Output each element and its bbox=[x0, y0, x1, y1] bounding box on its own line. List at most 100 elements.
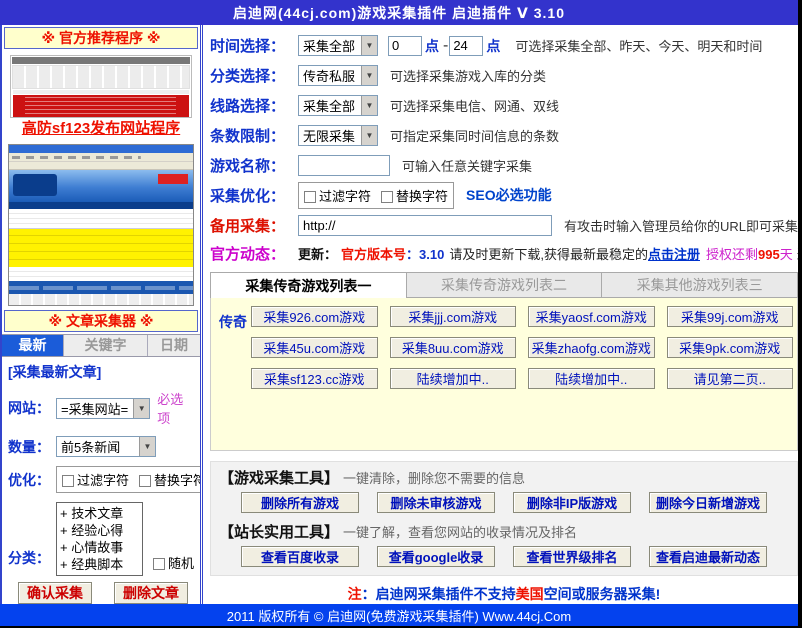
site-label: 网站： bbox=[8, 398, 56, 418]
content-area: ※ 官方推荐程序 ※ 高防sf123发布网站程序 bbox=[0, 25, 798, 604]
note-part2: 空间或服务器采集! bbox=[544, 586, 661, 602]
game-collect-button[interactable]: 采集99j.com游戏 bbox=[667, 306, 794, 327]
site-select[interactable]: =采集网站= ▼ bbox=[56, 398, 150, 419]
tab-game-list-3[interactable]: 采集其他游戏列表三 bbox=[602, 272, 798, 298]
game-collect-button[interactable]: 请见第二页.. bbox=[667, 368, 794, 389]
check-google-button[interactable]: 查看google收录 bbox=[377, 546, 495, 567]
promo-link-sf123[interactable]: 高防sf123发布网站程序 bbox=[2, 119, 200, 139]
category-item[interactable]: + 经验心得 bbox=[60, 522, 139, 539]
count-row: 数量： 前5条新闻 ▼ bbox=[8, 436, 194, 457]
game-collect-button[interactable]: 陆续增加中.. bbox=[528, 368, 655, 389]
thumb1-caption bbox=[13, 90, 189, 94]
random-checkbox[interactable] bbox=[153, 558, 165, 570]
game-name-input[interactable] bbox=[298, 155, 390, 176]
filter-checkbox-main[interactable] bbox=[304, 191, 316, 203]
tab-latest[interactable]: 最新 bbox=[2, 335, 64, 356]
site-tools-title: 【站长实用工具】 bbox=[219, 521, 339, 542]
game-collect-button[interactable]: 采集926.com游戏 bbox=[251, 306, 378, 327]
news-clipped-text: 过期 bbox=[797, 244, 798, 263]
time-select-row: 时间选择： 采集全部 ▼ 点 - 点 可选择采集全部、昨天、今天、明天和时间 bbox=[210, 31, 798, 61]
line-select-desc: 可选择采集电信、网通、双线 bbox=[390, 96, 559, 115]
news-version-value: 3.10 bbox=[419, 247, 444, 262]
replace-checkbox-main[interactable] bbox=[381, 191, 393, 203]
article-header-banner: ※ 文章采集器 ※ bbox=[4, 310, 198, 332]
official-news-row: 官方动态： 更新： 官方版本号 ：3.10 请及时更新下载,获得最新最稳定的 点… bbox=[210, 240, 798, 267]
replace-checkbox[interactable] bbox=[139, 475, 151, 487]
thumb2-site-badge bbox=[158, 174, 188, 184]
category-item[interactable]: + 心情故事 bbox=[60, 539, 139, 556]
thumb2-site-nav bbox=[9, 202, 193, 209]
thumb1-topbar bbox=[12, 57, 190, 64]
game-collect-button[interactable]: 采集9pk.com游戏 bbox=[667, 337, 794, 358]
warning-note: 注：启迪网采集插件不支持美国空间或服务器采集! bbox=[210, 584, 798, 604]
promo-thumbnail-collector[interactable] bbox=[8, 144, 194, 306]
hour-to-unit: 点 bbox=[486, 36, 500, 56]
game-category-select[interactable]: 传奇私服 ▼ bbox=[298, 65, 378, 86]
delete-non-ip-games-button[interactable]: 删除非IP版游戏 bbox=[513, 492, 631, 513]
register-link[interactable]: 点击注册 bbox=[648, 244, 700, 263]
promo-header-text: ※ 官方推荐程序 ※ bbox=[42, 28, 161, 48]
main-panel: 时间选择： 采集全部 ▼ 点 - 点 可选择采集全部、昨天、今天、明天和时间 分… bbox=[203, 25, 798, 604]
game-collect-button[interactable]: 采集jjj.com游戏 bbox=[390, 306, 517, 327]
filter-checkbox[interactable] bbox=[62, 475, 74, 487]
category-select-label: 分类选择： bbox=[210, 65, 298, 86]
tab-date[interactable]: 日期 bbox=[148, 335, 200, 356]
limit-select[interactable]: 无限采集 ▼ bbox=[298, 125, 378, 146]
random-label: 随机 bbox=[168, 556, 194, 571]
auth-day-unit: 天 bbox=[780, 247, 793, 262]
site-required-note: 必选项 bbox=[157, 389, 194, 427]
chevron-down-icon: ▼ bbox=[361, 96, 377, 115]
thumb2-highlight-rows bbox=[9, 229, 193, 267]
line-select[interactable]: 采集全部 ▼ bbox=[298, 95, 378, 116]
category-row: 分类： + 技术文章 + 经验心得 + 心情故事 + 经典脚本 随机 bbox=[8, 502, 194, 576]
category-select-row: 分类选择： 传奇私服 ▼ 可选择采集游戏入库的分类 bbox=[210, 61, 798, 91]
tab-keyword[interactable]: 关键字 bbox=[64, 335, 148, 356]
line-select-row: 线路选择： 采集全部 ▼ 可选择采集电信、网通、双线 bbox=[210, 91, 798, 121]
category-select-desc: 可选择采集游戏入库的分类 bbox=[390, 66, 546, 85]
game-collect-button[interactable]: 采集zhaofg.com游戏 bbox=[528, 337, 655, 358]
game-collect-button[interactable]: 采集sf123.cc游戏 bbox=[251, 368, 378, 389]
tab-game-list-1[interactable]: 采集传奇游戏列表一 bbox=[210, 272, 407, 298]
count-label: 数量： bbox=[8, 437, 56, 457]
backup-collect-row: 备用采集： 有攻击时输入管理员给你的URL即可采集 bbox=[210, 210, 798, 240]
thumb2-browser-toolbar bbox=[9, 162, 193, 170]
filter-label: 过滤字符 bbox=[77, 473, 129, 488]
confirm-collect-button[interactable]: 确认采集 bbox=[18, 582, 92, 604]
check-rank-button[interactable]: 查看世界级排名 bbox=[513, 546, 631, 567]
count-select[interactable]: 前5条新闻 ▼ bbox=[56, 436, 156, 457]
category-item[interactable]: + 技术文章 bbox=[60, 505, 139, 522]
delete-today-games-button[interactable]: 删除今日新增游戏 bbox=[649, 492, 767, 513]
thumb1-linkgrid bbox=[12, 65, 190, 89]
game-collect-button[interactable]: 采集45u.com游戏 bbox=[251, 337, 378, 358]
official-news-label: 官方动态： bbox=[210, 243, 298, 264]
optimize-label: 优化： bbox=[8, 470, 56, 490]
backup-url-input[interactable] bbox=[298, 215, 552, 236]
note-colon: ： bbox=[362, 586, 376, 602]
promo-thumbnail-sf123[interactable] bbox=[10, 55, 192, 118]
game-collect-button[interactable]: 采集8uu.com游戏 bbox=[390, 337, 517, 358]
check-news-button[interactable]: 查看启迪最新动态 bbox=[649, 546, 767, 567]
filter-option-main: 过滤字符 bbox=[304, 186, 371, 205]
auth-label: 授权还剩 bbox=[706, 247, 758, 262]
delete-article-button[interactable]: 删除文章 bbox=[114, 582, 188, 604]
replace-option: 替换字符 bbox=[139, 470, 203, 489]
hour-from-input[interactable] bbox=[388, 36, 422, 56]
delete-unreviewed-games-button[interactable]: 删除未审核游戏 bbox=[377, 492, 495, 513]
check-baidu-button[interactable]: 查看百度收录 bbox=[241, 546, 359, 567]
category-listbox[interactable]: + 技术文章 + 经验心得 + 心情故事 + 经典脚本 bbox=[56, 502, 143, 576]
count-select-value: 前5条新闻 bbox=[57, 437, 139, 456]
thumb2-table-rows bbox=[9, 209, 193, 229]
thumb2-site-header bbox=[9, 170, 193, 202]
chevron-down-icon: ▼ bbox=[133, 399, 149, 418]
hour-to-input[interactable] bbox=[449, 36, 483, 56]
tab-game-list-2[interactable]: 采集传奇游戏列表二 bbox=[407, 272, 603, 298]
delete-all-games-button[interactable]: 删除所有游戏 bbox=[241, 492, 359, 513]
time-range-select[interactable]: 采集全部 ▼ bbox=[298, 35, 378, 56]
app-title: 启迪网(44cj.com)游戏采集插件 启迪插件 Ⅴ 3.10 bbox=[233, 3, 565, 23]
game-collect-button[interactable]: 采集yaosf.com游戏 bbox=[528, 306, 655, 327]
collect-optimize-group: 过滤字符 替换字符 bbox=[298, 182, 454, 209]
limit-select-row: 条数限制： 无限采集 ▼ 可指定采集同时间信息的条数 bbox=[210, 121, 798, 151]
game-collect-button[interactable]: 陆续增加中.. bbox=[390, 368, 517, 389]
category-item[interactable]: + 经典脚本 bbox=[60, 556, 139, 573]
filter-label-main: 过滤字符 bbox=[319, 189, 371, 204]
